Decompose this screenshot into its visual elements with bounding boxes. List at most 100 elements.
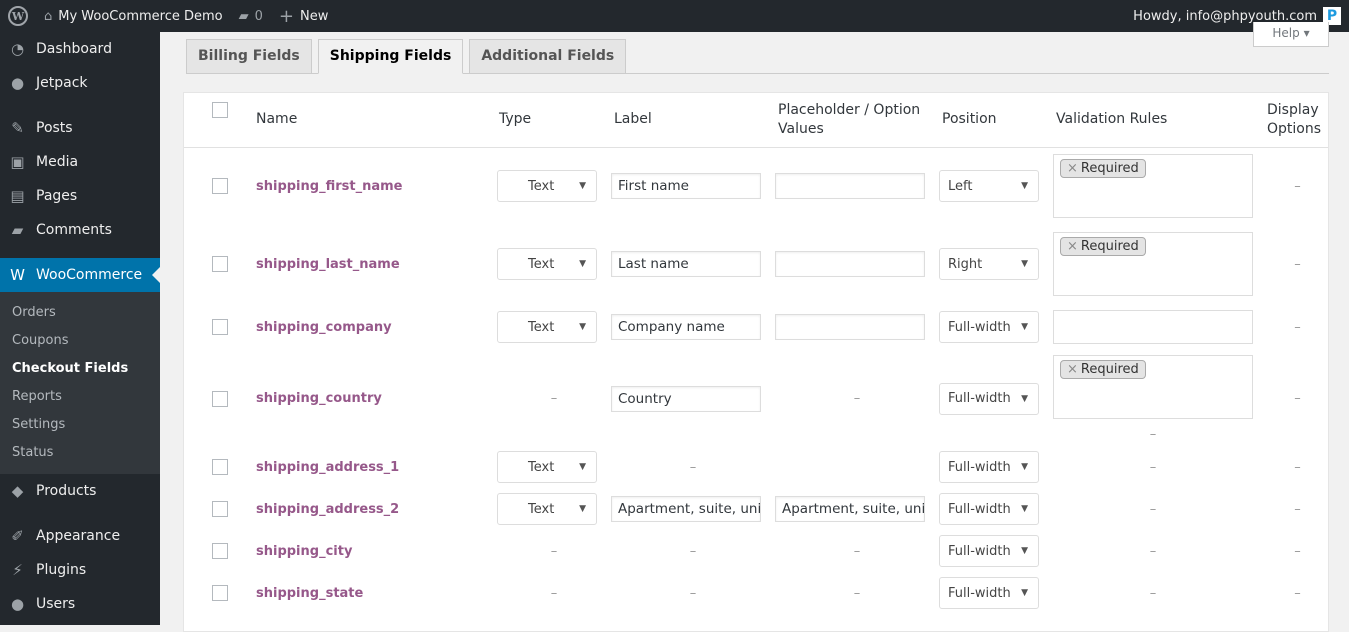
name-cell: shipping_city — [256, 530, 497, 572]
type-select[interactable]: Text ▼ — [497, 493, 597, 525]
sidebar-item-posts[interactable]: ✎ Posts — [0, 111, 160, 145]
remove-tag-icon[interactable]: × — [1067, 161, 1078, 176]
position-select[interactable]: Full-width ▼ — [939, 535, 1039, 567]
position-select[interactable]: Right ▼ — [939, 248, 1039, 280]
sidebar-item-jetpack[interactable]: ● Jetpack — [0, 66, 160, 100]
sidebar-item-comments[interactable]: ▰ Comments — [0, 213, 160, 247]
placeholder-input[interactable] — [775, 173, 925, 200]
validation-select[interactable] — [1053, 310, 1253, 344]
position-select[interactable]: Full-width ▼ — [939, 311, 1039, 343]
validation-select[interactable]: × Required — [1053, 232, 1253, 296]
tab-billing-fields[interactable]: Billing Fields — [186, 39, 312, 74]
sidebar-item-plugins[interactable]: ⚡ Plugins — [0, 553, 160, 587]
woo-icon: W — [10, 266, 25, 284]
sidebar-item-pages[interactable]: ▤ Pages — [0, 179, 160, 213]
placeholder-input[interactable] — [775, 314, 925, 340]
type-select[interactable]: Text ▼ — [497, 170, 597, 203]
sidebar-item-appearance[interactable]: ✐ Appearance — [0, 519, 160, 553]
tab-shipping-fields[interactable]: Shipping Fields — [317, 39, 464, 74]
submenu-item-orders[interactable]: Orders — [0, 299, 160, 327]
field-name-link[interactable]: shipping_address_2 — [256, 502, 399, 517]
label-cell: Apartment, suite, unit — [611, 488, 775, 530]
checkbox-cell — [184, 446, 256, 488]
field-name-link[interactable]: shipping_company — [256, 320, 392, 335]
display-cell: – — [1267, 530, 1328, 572]
sidebar-item-users[interactable]: ● Users — [0, 587, 160, 621]
woocommerce-submenu: Orders Coupons Checkout Fields Reports Setti… — [0, 292, 160, 474]
fields-table-container: Name Type Label Placeholder / Option Val… — [183, 92, 1329, 632]
wordpress-logo-icon[interactable]: W — [8, 6, 28, 26]
submenu-item-settings[interactable]: Settings — [0, 411, 160, 439]
submenu-item-checkout-fields[interactable]: Checkout Fields — [0, 355, 160, 383]
placeholder-input[interactable]: Apartment, suite, unit — [775, 496, 925, 522]
tab-additional-fields[interactable]: Additional Fields — [469, 39, 627, 74]
type-cell: Text ▼ — [497, 225, 611, 303]
validation-cell: – — [1053, 488, 1267, 530]
placeholder-cell: – — [775, 530, 939, 572]
position-select[interactable]: Full-width ▼ — [939, 451, 1039, 483]
empty-dash: – — [853, 543, 861, 559]
select-all-checkbox[interactable] — [212, 102, 228, 118]
validation-cell: × Required — [1053, 147, 1267, 225]
validation-cell — [1053, 303, 1267, 351]
label-input[interactable]: Last name — [611, 251, 761, 277]
home-icon: ⌂ — [44, 8, 53, 24]
position-select[interactable]: Full-width ▼ — [939, 577, 1039, 609]
user-icon: ● — [10, 595, 25, 613]
new-content-link[interactable]: + New — [279, 6, 328, 27]
row-checkbox[interactable] — [212, 585, 228, 601]
validation-tag: × Required — [1060, 159, 1146, 179]
submenu-item-reports[interactable]: Reports — [0, 383, 160, 411]
name-cell: shipping_last_name — [256, 225, 497, 303]
comments-link[interactable]: ▰ 0 — [239, 9, 263, 24]
position-value: Full-width — [948, 585, 1011, 601]
label-input[interactable]: Apartment, suite, unit — [611, 496, 761, 522]
sidebar-item-media[interactable]: ▣ Media — [0, 145, 160, 179]
position-select[interactable]: Full-width ▼ — [939, 382, 1039, 415]
validation-select[interactable]: × Required — [1053, 154, 1253, 219]
position-select[interactable]: Left ▼ — [939, 170, 1039, 203]
row-checkbox[interactable] — [212, 390, 228, 407]
type-select[interactable]: Text ▼ — [497, 311, 597, 343]
chevron-down-icon: ▼ — [1021, 546, 1028, 556]
site-name-link[interactable]: ⌂ My WooCommerce Demo — [44, 9, 223, 24]
field-name-link[interactable]: shipping_state — [256, 586, 363, 601]
field-name-link[interactable]: shipping_first_name — [256, 179, 402, 194]
label-cell: – — [611, 530, 775, 572]
row-checkbox[interactable] — [212, 178, 228, 195]
sidebar-item-woocommerce[interactable]: W WooCommerce — [0, 258, 160, 292]
chevron-down-icon: ▼ — [579, 504, 586, 514]
position-select[interactable]: Full-width ▼ — [939, 493, 1039, 525]
row-checkbox[interactable] — [212, 459, 228, 475]
empty-dash: – — [689, 543, 697, 559]
label-cell: Last name — [611, 225, 775, 303]
field-name-link[interactable]: shipping_country — [256, 391, 382, 406]
validation-select[interactable]: × Required — [1053, 355, 1253, 419]
type-cell: – — [497, 530, 611, 572]
submenu-item-coupons[interactable]: Coupons — [0, 327, 160, 355]
position-value: Full-width — [948, 459, 1011, 475]
row-checkbox[interactable] — [212, 319, 228, 335]
chevron-down-icon: ▼ — [579, 259, 586, 269]
sidebar-item-products[interactable]: ◆ Products — [0, 474, 160, 508]
remove-tag-icon[interactable]: × — [1067, 239, 1078, 254]
sidebar-item-dashboard[interactable]: ◔ Dashboard — [0, 32, 160, 66]
type-select[interactable]: Text ▼ — [497, 451, 597, 483]
sidebar-item-label: Appearance — [36, 528, 121, 544]
row-checkbox[interactable] — [212, 256, 228, 272]
label-input[interactable]: Company name — [611, 314, 761, 340]
type-select[interactable]: Text ▼ — [497, 248, 597, 280]
submenu-item-status[interactable]: Status — [0, 439, 160, 467]
field-name-link[interactable]: shipping_city — [256, 544, 352, 559]
row-checkbox[interactable] — [212, 543, 228, 559]
label-input[interactable]: Country — [611, 385, 761, 412]
name-cell: shipping_first_name — [256, 147, 497, 225]
placeholder-input[interactable] — [775, 251, 925, 277]
row-checkbox[interactable] — [212, 501, 228, 517]
field-name-link[interactable]: shipping_last_name — [256, 257, 400, 272]
sidebar-item-label: Users — [36, 596, 76, 612]
label-input[interactable]: First name — [611, 173, 761, 200]
field-name-link[interactable]: shipping_address_1 — [256, 460, 399, 475]
chevron-down-icon: ▼ — [579, 462, 586, 472]
remove-tag-icon[interactable]: × — [1067, 362, 1078, 377]
